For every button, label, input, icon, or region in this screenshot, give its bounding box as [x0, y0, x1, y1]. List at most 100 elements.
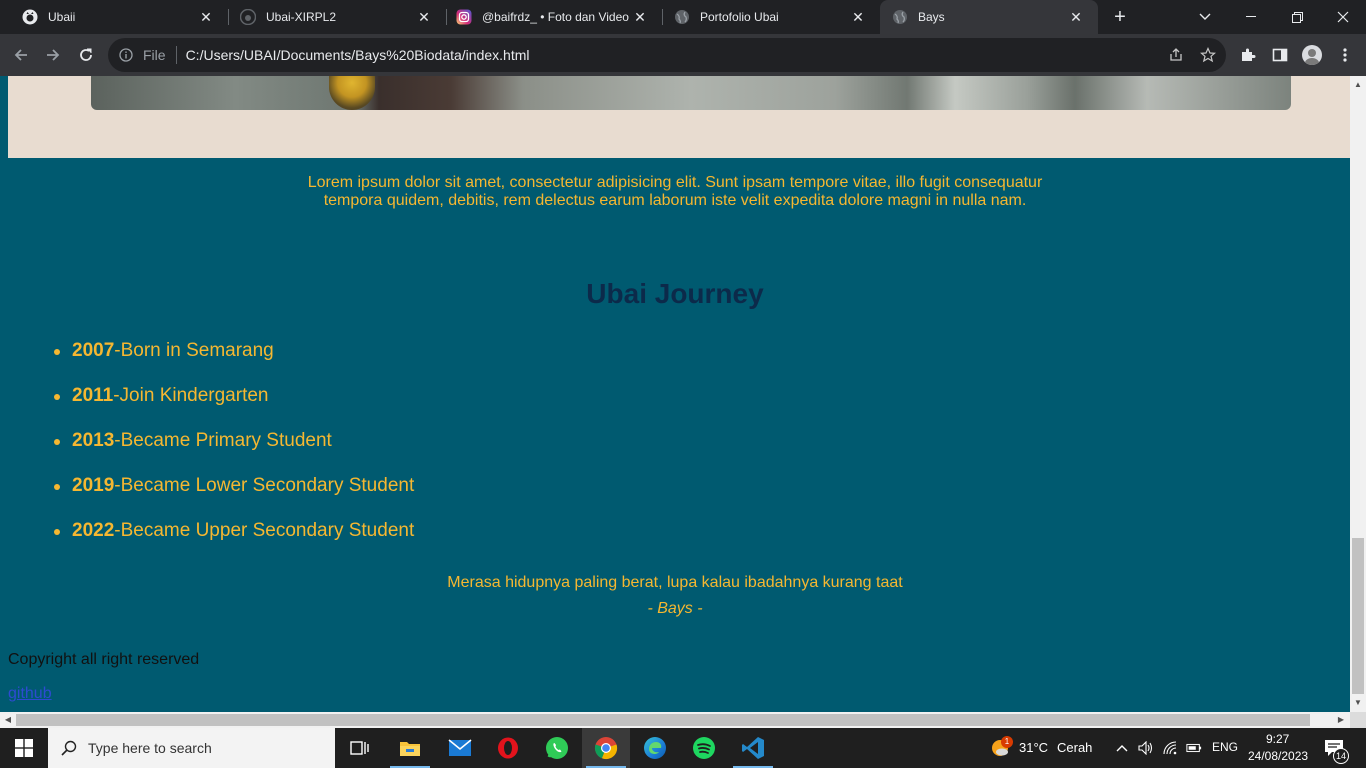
chrome-icon[interactable]: [582, 728, 630, 768]
journey-year: 2007: [72, 340, 115, 361]
globe-icon: [674, 9, 690, 25]
side-panel-icon[interactable]: [1270, 44, 1290, 66]
edge-icon[interactable]: [631, 728, 679, 768]
search-placeholder: Type here to search: [88, 740, 212, 756]
weather-temp[interactable]: 31°C: [1019, 740, 1048, 755]
profile-avatar[interactable]: [1302, 45, 1322, 65]
whatsapp-icon[interactable]: [533, 728, 581, 768]
scroll-right-arrow-icon[interactable]: ▶: [1336, 715, 1346, 725]
opera-icon[interactable]: [484, 728, 532, 768]
tab-instagram[interactable]: @baifrdz_ • Foto dan Video I ✕: [434, 0, 662, 34]
copyright-text: Copyright all right reserved: [8, 651, 200, 668]
taskbar-search-box[interactable]: Type here to search: [48, 728, 335, 768]
vertical-scroll-thumb[interactable]: [1352, 538, 1364, 694]
weather-condition[interactable]: Cerah: [1057, 740, 1092, 755]
tab-label: Ubaii: [48, 10, 76, 24]
tab-ubai-xirpl2[interactable]: Ubai-XIRPL2 ✕: [218, 0, 446, 34]
journey-year: 2022: [72, 520, 115, 541]
journey-text: -Join Kindergarten: [113, 385, 269, 406]
notification-count: 14: [1333, 748, 1349, 764]
close-icon[interactable]: ✕: [850, 9, 866, 25]
journey-item: 2011-Join Kindergarten: [52, 384, 414, 429]
scroll-corner: [1350, 712, 1366, 728]
new-tab-button[interactable]: +: [1108, 5, 1132, 29]
github-icon: [240, 9, 256, 25]
restore-button[interactable]: [1274, 0, 1320, 34]
journey-text: -Became Upper Secondary Student: [114, 520, 415, 541]
close-icon[interactable]: ✕: [198, 9, 214, 25]
scroll-left-arrow-icon[interactable]: ◀: [3, 715, 13, 725]
omnibox-divider: [175, 46, 177, 64]
hero-photo: [91, 76, 1291, 110]
close-icon[interactable]: ✕: [416, 9, 432, 25]
close-icon[interactable]: ✕: [1068, 9, 1084, 25]
journey-text: -Became Lower Secondary Student: [114, 475, 415, 496]
forward-button[interactable]: [40, 42, 66, 68]
horizontal-scroll-thumb[interactable]: [16, 714, 1310, 726]
tab-strip: Ubaii ✕ Ubai-XIRPL2 ✕ @baifrdz_ • Foto d…: [0, 0, 1366, 34]
page-viewport: Lorem ipsum dolor sit amet, consectetur …: [0, 76, 1350, 712]
start-button[interactable]: [0, 728, 48, 768]
journey-year: 2013: [72, 430, 115, 451]
quote-text: Merasa hidupnya paling berat, lupa kalau…: [447, 574, 903, 591]
journey-title: Ubai Journey: [586, 278, 764, 309]
journey-year: 2019: [72, 475, 115, 496]
language-indicator[interactable]: ENG: [1212, 740, 1238, 754]
tab-ubaii[interactable]: Ubaii ✕: [0, 0, 228, 34]
scheme-label: File: [143, 47, 166, 63]
wifi-icon[interactable]: [1163, 740, 1179, 756]
tab-label: Bays: [918, 10, 945, 24]
tab-portofolio[interactable]: Portofolio Ubai ✕: [652, 0, 880, 34]
close-icon[interactable]: ✕: [632, 9, 648, 25]
reload-button[interactable]: [73, 42, 99, 68]
vertical-scrollbar[interactable]: ▲ ▼: [1350, 76, 1366, 712]
back-button[interactable]: [8, 42, 34, 68]
quote-author: - Bays -: [647, 600, 703, 617]
windows-logo-icon: [15, 739, 33, 757]
journey-text: -Became Primary Student: [114, 430, 332, 451]
close-window-button[interactable]: [1320, 0, 1366, 34]
scroll-down-arrow-icon[interactable]: ▼: [1353, 698, 1363, 708]
scroll-up-arrow-icon[interactable]: ▲: [1353, 80, 1363, 90]
journey-item: 2022-Became Upper Secondary Student: [52, 519, 414, 564]
school-emblem-image: [329, 76, 375, 110]
instagram-icon: [456, 9, 472, 25]
journey-item: 2013-Became Primary Student: [52, 429, 414, 474]
battery-icon[interactable]: [1186, 740, 1202, 756]
windows-taskbar: Type here to search 1 31°C Cerah ENG 9:2…: [0, 728, 1366, 768]
journey-item: 2007-Born in Semarang: [52, 339, 414, 384]
tab-label: @baifrdz_ • Foto dan Video I: [482, 10, 632, 24]
tab-label: Portofolio Ubai: [700, 10, 779, 24]
spotify-icon[interactable]: [680, 728, 728, 768]
volume-icon[interactable]: [1138, 740, 1154, 756]
horizontal-scrollbar[interactable]: ◀ ▶: [0, 712, 1350, 728]
tab-search-button[interactable]: [1182, 0, 1228, 34]
mail-icon[interactable]: [436, 728, 484, 768]
address-bar[interactable]: File C:/Users/UBAI/Documents/Bays%20Biod…: [108, 38, 1226, 72]
journey-list: 2007-Born in Semarang 2011-Join Kinderga…: [52, 339, 414, 564]
bookmark-star-icon[interactable]: [1198, 45, 1218, 65]
menu-kebab-icon[interactable]: [1335, 44, 1355, 66]
url-text[interactable]: C:/Users/UBAI/Documents/Bays%20Biodata/i…: [186, 47, 530, 63]
journey-year: 2011: [72, 385, 114, 406]
hero-section: [8, 76, 1350, 158]
clock-date[interactable]: 24/08/2023: [1248, 749, 1308, 763]
search-icon: [60, 739, 78, 757]
intro-paragraph: Lorem ipsum dolor sit amet, consectetur …: [307, 174, 1043, 209]
info-icon[interactable]: [118, 47, 134, 63]
github-link[interactable]: github: [8, 685, 52, 703]
file-explorer-icon[interactable]: [386, 728, 434, 768]
github-icon: [22, 9, 38, 25]
chevron-up-icon[interactable]: [1114, 740, 1130, 756]
share-icon[interactable]: [1166, 45, 1186, 65]
tab-label: Ubai-XIRPL2: [266, 10, 337, 24]
weather-badge: 1: [1001, 736, 1013, 748]
extensions-icon[interactable]: [1238, 44, 1258, 66]
vscode-icon[interactable]: [729, 728, 777, 768]
journey-text: -Born in Semarang: [114, 340, 274, 361]
minimize-button[interactable]: [1228, 0, 1274, 34]
tab-bays[interactable]: Bays ✕: [880, 0, 1098, 34]
task-view-icon[interactable]: [336, 728, 384, 768]
clock-time[interactable]: 9:27: [1266, 732, 1289, 746]
journey-item: 2019-Became Lower Secondary Student: [52, 474, 414, 519]
